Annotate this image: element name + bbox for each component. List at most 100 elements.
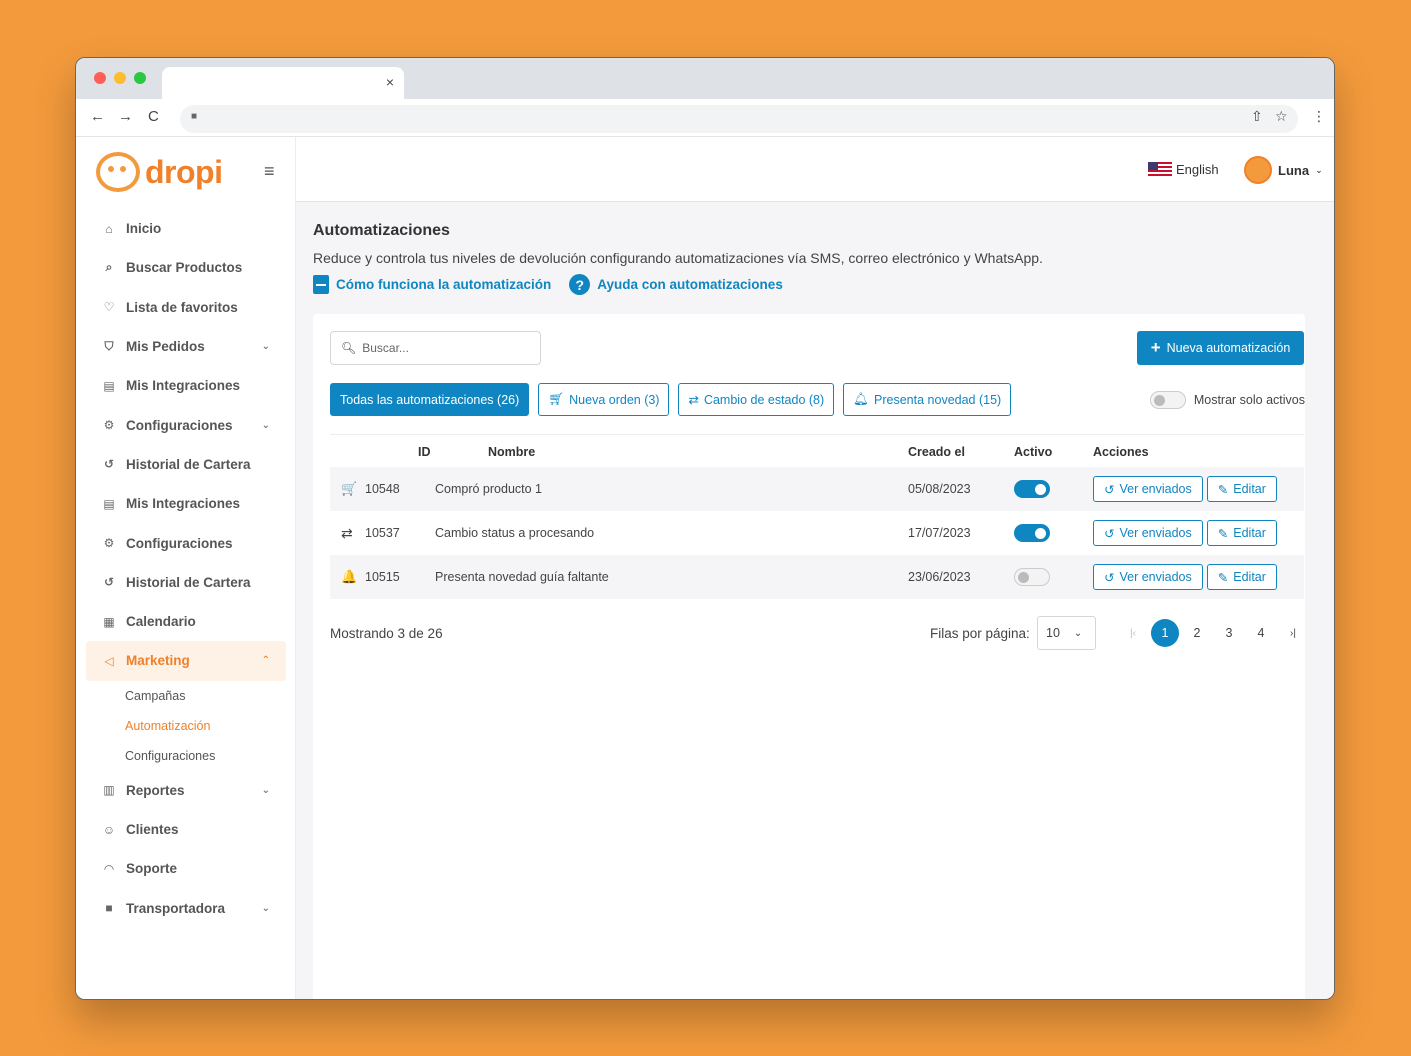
browser-tab[interactable]: ×	[162, 67, 404, 99]
filter-new-order[interactable]: 🛒︎ Nueva orden (3)	[538, 383, 670, 416]
window-controls	[94, 72, 146, 84]
logo-icon	[96, 152, 140, 192]
page-button-2[interactable]: 2	[1183, 619, 1211, 647]
sidebar-item-transportadora[interactable]: ■ Transportadora ⌄	[86, 888, 286, 927]
new-automation-button[interactable]: + Nueva automatización	[1137, 331, 1304, 365]
sidebar-item-label: Configuraciones	[126, 535, 233, 551]
question-icon: ?	[569, 274, 591, 295]
how-it-works-link[interactable]: Cómo funciona la automatización	[313, 274, 551, 295]
view-sent-button[interactable]: ↺ Ver enviados	[1093, 476, 1203, 502]
column-created[interactable]: Creado el	[908, 435, 965, 468]
rows-per-page-select[interactable]: 10 ⌄	[1037, 616, 1096, 650]
filter-all[interactable]: Todas las automatizaciones (26)	[330, 383, 530, 416]
active-switch[interactable]	[1014, 480, 1050, 498]
sidebar-item-configuraciones-2[interactable]: ⚙ Configuraciones	[86, 523, 286, 562]
avatar	[1244, 156, 1272, 184]
row-id: 10548	[365, 482, 400, 496]
truck-icon: ■	[105, 901, 113, 916]
sidebar-subitem-automatizacion[interactable]: Automatización	[86, 711, 286, 741]
only-active-toggle[interactable]: Mostrar solo activos	[1149, 391, 1305, 409]
logo-text: dropi	[145, 153, 223, 190]
sidebar-item-marketing[interactable]: ◁ Marketing ⌃	[86, 641, 286, 681]
logo[interactable]: dropi	[96, 152, 223, 192]
active-switch[interactable]	[1014, 524, 1050, 542]
sidebar-item-clientes[interactable]: ☺ Clientes	[86, 810, 286, 849]
edit-button[interactable]: ✎ Editar	[1206, 476, 1277, 502]
row-name: Cambio status a procesando	[435, 526, 595, 540]
sidebar-item-favoritos[interactable]: ♡ Lista de favoritos	[86, 288, 286, 327]
chevron-down-icon: ⌄	[1315, 164, 1323, 175]
search-icon: ⌕	[105, 260, 113, 275]
store-icon: ▤	[103, 496, 115, 511]
sidebar-subitem-campanas[interactable]: Campañas	[86, 681, 286, 711]
cart-icon: ⛉	[104, 339, 114, 354]
edit-button[interactable]: ✎ Editar	[1206, 520, 1277, 546]
page-button-1[interactable]: 1	[1151, 619, 1179, 647]
history-icon: ↺	[1104, 570, 1115, 585]
sidebar-subitem-configuraciones[interactable]: Configuraciones	[86, 741, 286, 771]
search-icon: 🔍︎	[341, 341, 357, 355]
showing-count: Mostrando 3 de 26	[330, 626, 443, 641]
sidebar-item-soporte[interactable]: ◠ Soporte	[86, 849, 286, 888]
sidebar-item-mis-integraciones-2[interactable]: ▤ Mis Integraciones	[86, 484, 286, 523]
sidebar-item-label: Mis Integraciones	[126, 378, 241, 394]
edit-label: Editar	[1233, 526, 1266, 540]
sidebar-item-label: Inicio	[126, 221, 162, 237]
swap-icon: ⇄	[688, 393, 699, 407]
sidebar-item-inicio[interactable]: ⌂ Inicio	[86, 209, 286, 248]
row-created: 05/08/2023	[908, 482, 971, 496]
language-selector[interactable]: English	[1148, 162, 1219, 177]
maximize-window-button[interactable]	[134, 72, 146, 84]
sidebar-item-historial-cartera[interactable]: ↺ Historial de Cartera	[86, 445, 286, 484]
column-id[interactable]: ID	[418, 435, 431, 468]
close-window-button[interactable]	[94, 72, 106, 84]
star-icon[interactable]: ☆	[1275, 108, 1288, 125]
view-sent-label: Ver enviados	[1119, 570, 1192, 584]
sidebar-item-buscar-productos[interactable]: ⌕ Buscar Productos	[86, 248, 286, 287]
filter-status-change[interactable]: ⇄ Cambio de estado (8)	[678, 383, 835, 416]
active-switch[interactable]	[1014, 568, 1050, 586]
back-icon[interactable]: ←	[90, 108, 105, 125]
help-automation-link[interactable]: ? Ayuda con automatizaciones	[569, 274, 783, 295]
automations-card: 🔍︎ + Nueva automatización Todas las auto…	[313, 314, 1305, 999]
search-field[interactable]: 🔍︎	[330, 331, 541, 365]
minimize-window-button[interactable]	[114, 72, 126, 84]
table-footer: Mostrando 3 de 26 Filas por página: 10 ⌄…	[330, 616, 1304, 650]
share-icon[interactable]: ⇧	[1251, 108, 1263, 125]
how-it-works-label: Cómo funciona la automatización	[336, 277, 552, 292]
hamburger-menu-icon[interactable]: ≡	[264, 161, 275, 182]
edit-button[interactable]: ✎ Editar	[1206, 564, 1277, 590]
only-active-switch[interactable]	[1149, 391, 1186, 409]
page-button-3[interactable]: 3	[1215, 619, 1243, 647]
user-menu[interactable]: Luna ⌄	[1244, 156, 1323, 184]
cart-icon: 🛒	[341, 481, 358, 496]
view-sent-button[interactable]: ↺ Ver enviados	[1093, 564, 1203, 590]
sidebar-item-reportes[interactable]: ▥ Reportes ⌄	[86, 771, 286, 810]
tab-close-icon[interactable]: ×	[386, 74, 394, 90]
first-page-icon[interactable]: |‹	[1119, 619, 1147, 647]
filter-novelty[interactable]: 🔔︎ Presenta novedad (15)	[843, 383, 1012, 416]
sidebar-item-mis-integraciones[interactable]: ▤ Mis Integraciones	[86, 366, 286, 405]
search-input[interactable]	[362, 341, 533, 355]
book-icon	[313, 275, 329, 294]
sidebar-item-historial-cartera-2[interactable]: ↺ Historial de Cartera	[86, 563, 286, 602]
lock-icon: ■	[191, 111, 198, 122]
last-page-icon[interactable]: ›|	[1279, 619, 1307, 647]
address-bar[interactable]: ■	[180, 105, 1298, 133]
forward-icon[interactable]: →	[118, 108, 133, 125]
view-sent-button[interactable]: ↺ Ver enviados	[1093, 520, 1203, 546]
column-name[interactable]: Nombre	[488, 435, 535, 468]
page-button-4[interactable]: 4	[1247, 619, 1275, 647]
help-automation-label: Ayuda con automatizaciones	[597, 277, 783, 292]
swap-icon: ⇄	[341, 524, 353, 541]
table-row: 🔔 10515 Presenta novedad guía faltante 2…	[330, 555, 1304, 599]
sidebar-item-mis-pedidos[interactable]: ⛉ Mis Pedidos ⌄	[86, 327, 286, 366]
reload-icon[interactable]: C	[148, 108, 159, 125]
new-automation-label: Nueva automatización	[1166, 341, 1291, 355]
pencil-icon: ✎	[1217, 526, 1229, 541]
sidebar-item-calendario[interactable]: ▦ Calendario	[86, 602, 286, 641]
sidebar-item-configuraciones[interactable]: ⚙ Configuraciones ⌄	[86, 405, 286, 444]
table-row: 🛒 10548 Compró producto 1 05/08/2023 ↺ Ve…	[330, 467, 1304, 511]
browser-menu-icon[interactable]: ⋮	[1312, 108, 1326, 125]
history-icon: ↺	[103, 457, 115, 472]
